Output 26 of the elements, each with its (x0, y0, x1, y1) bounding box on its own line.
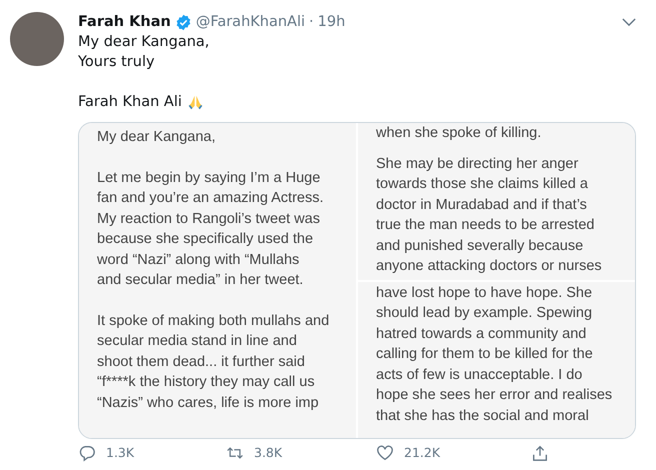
note-text: have lost hope to have hope. She should lead by example. Spewing hatred towards a community and calling for them to be killed for the acts of few is unacceptable. I do hope she sees her error and realises that she has the social and moral (376, 284, 614, 426)
tweet-text: My dear Kangana, (78, 33, 210, 52)
note-text: She may be directing her anger towards those she claims killed a doctor in Muradabad and if that’s true the man needs to be arrested and punished severally because anyone attacking doctors or nurses (376, 154, 603, 276)
author-handle[interactable]: @FarahKhanAli (196, 14, 306, 30)
action-count: 1.3K (106, 445, 134, 461)
heart-icon[interactable] (376, 444, 394, 462)
chevron-down-icon[interactable] (622, 18, 636, 26)
verified-badge-icon (174, 14, 192, 30)
author-name[interactable]: Farah Khan (78, 14, 171, 30)
praying-hands-icon (186, 94, 204, 110)
avatar-photo-placeholder[interactable] (10, 12, 64, 66)
note-screenshot[interactable] (358, 123, 635, 280)
action-count: 3.8K (254, 445, 282, 461)
tweet-text: Farah Khan Ali (78, 93, 182, 112)
note-screenshot[interactable] (79, 123, 356, 438)
note-text: Let me begin by saying I’m a Huge fan and you’re an amazing Actress. My reaction to Rangoli’s tweet was because she specifically used the word “Nazi” along with “Mullahs and secular media” in her tweet. (97, 168, 324, 290)
action-count: 21.2K (404, 445, 440, 461)
note-text: It spoke of making both mullahs and secular media stand in line and shoot them dead... it further said “f****k the history they may call us “Nazis” who cares, life is more imp (97, 312, 330, 412)
tweet-time[interactable]: 19h (318, 14, 346, 30)
note-screenshot[interactable] (358, 282, 635, 438)
note-text: when she spoke of killing. (376, 124, 542, 143)
separator-dot: · (309, 14, 314, 30)
speech-bubble-icon[interactable] (78, 444, 96, 462)
note-text: My dear Kangana, (97, 128, 216, 147)
share-icon[interactable] (531, 444, 549, 462)
tweet-text: Yours truly (78, 53, 156, 72)
